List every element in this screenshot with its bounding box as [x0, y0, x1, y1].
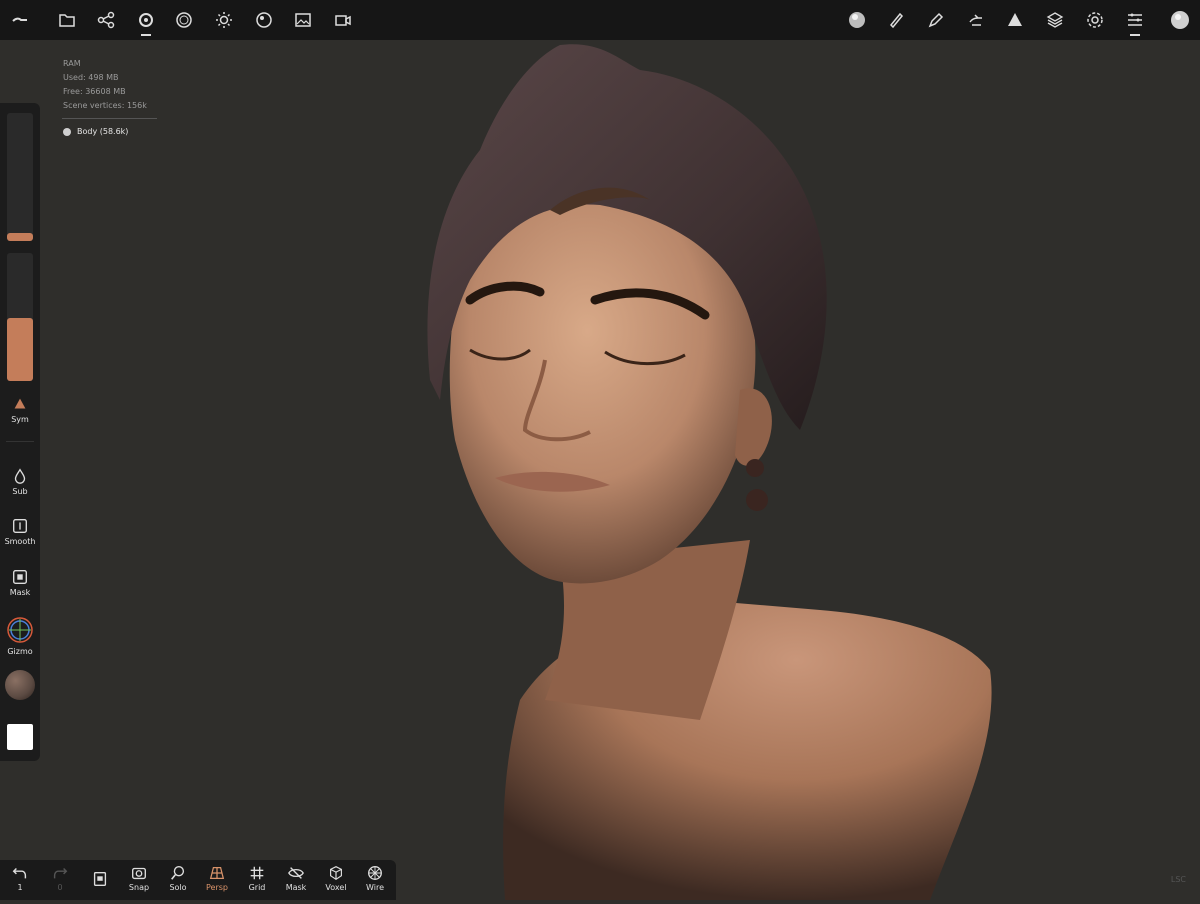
ram-free: Free: 36608 MB	[63, 87, 126, 96]
mask-visibility-label: Mask	[285, 883, 307, 892]
undo-icon	[12, 867, 27, 879]
snap-button[interactable]: Snap	[121, 864, 157, 892]
grid-icon	[250, 866, 264, 880]
mask-tool-label: Mask	[9, 588, 31, 597]
mask-tool-button[interactable]: Mask	[0, 568, 40, 597]
solo-button[interactable]: Solo	[160, 864, 196, 892]
symmetry-button[interactable]: Sym	[0, 395, 40, 424]
object-icon	[63, 128, 71, 136]
share-icon[interactable]	[92, 6, 120, 34]
voxel-label: Voxel	[325, 883, 347, 892]
perspective-button[interactable]: Persp	[199, 864, 235, 892]
mask-visibility-icon	[288, 867, 304, 879]
earring	[746, 459, 764, 477]
scene-vertices: Scene vertices: 156k	[63, 101, 147, 110]
color-swatch[interactable]	[7, 724, 33, 750]
scene-icon[interactable]	[132, 6, 160, 36]
watermark: LSC	[1170, 875, 1186, 884]
material-preview[interactable]	[5, 670, 35, 700]
gizmo-tool-label: Gizmo	[7, 647, 33, 656]
redo-icon	[53, 867, 68, 879]
pen-icon[interactable]	[922, 6, 950, 34]
brush-icon[interactable]	[882, 6, 910, 34]
camera-icon[interactable]	[329, 6, 357, 34]
scene-stats: RAM Used: 498 MB Free: 36608 MB Scene ve…	[62, 57, 157, 139]
smooth-icon	[13, 519, 27, 533]
undo-button[interactable]: 1	[2, 864, 38, 892]
symmetry-icon	[14, 398, 26, 409]
stats-divider	[62, 118, 157, 119]
sub-tool-label: Sub	[12, 487, 28, 496]
intensity-slider-fill	[7, 318, 33, 381]
object-item[interactable]: Body (58.6k)	[63, 125, 157, 139]
intensity-slider[interactable]	[7, 253, 33, 381]
material-icon[interactable]	[250, 6, 278, 34]
folder-icon[interactable]	[53, 6, 81, 34]
gizmo-icon	[7, 617, 33, 643]
drop-icon	[14, 468, 26, 484]
profile-sphere-icon[interactable]	[1166, 6, 1194, 34]
image-icon[interactable]	[289, 6, 317, 34]
grid-button[interactable]: Grid	[239, 864, 275, 892]
wireframe-label: Wire	[366, 883, 384, 892]
redo-count: 0	[57, 883, 63, 892]
smooth-tool-button[interactable]: Smooth	[0, 517, 40, 546]
voxel-button[interactable]: Voxel	[318, 864, 354, 892]
sliders-icon[interactable]	[1121, 6, 1149, 36]
sculpt-model	[427, 44, 992, 900]
redo-button[interactable]: 0	[42, 864, 78, 892]
tablet-button[interactable]	[82, 870, 118, 888]
perspective-icon	[209, 866, 225, 880]
undo-count: 1	[17, 883, 23, 892]
matcap-sphere-icon[interactable]	[843, 6, 871, 34]
menu-icon[interactable]	[6, 6, 34, 34]
grid-label: Grid	[248, 883, 266, 892]
wireframe-icon	[368, 866, 382, 880]
sub-tool-button[interactable]: Sub	[0, 467, 40, 496]
wireframe-button[interactable]: Wire	[357, 864, 393, 892]
layers-icon[interactable]	[1041, 6, 1069, 34]
ram-used: Used: 498 MB	[63, 73, 119, 82]
mask-icon	[13, 570, 27, 584]
bottom-toolbar: 1 0 Snap Solo Persp Grid Mask Voxel Wire	[0, 860, 396, 900]
ear	[735, 388, 772, 466]
ram-label: RAM	[63, 59, 81, 68]
settings-icon[interactable]	[1081, 6, 1109, 34]
radius-slider-fill	[7, 233, 33, 241]
voxel-icon	[330, 866, 342, 881]
triangle-icon[interactable]	[1001, 6, 1029, 34]
left-tool-panel: Sym Sub Smooth Mask Gizmo	[0, 103, 40, 761]
3d-viewport[interactable]	[0, 40, 1200, 900]
snap-icon	[132, 867, 146, 880]
solo-label: Solo	[169, 883, 187, 892]
smooth-tool-label: Smooth	[4, 537, 36, 546]
gizmo-tool-button[interactable]: Gizmo	[0, 615, 40, 656]
radius-slider[interactable]	[7, 113, 33, 241]
top-toolbar	[0, 0, 1200, 40]
mask-visibility-button[interactable]: Mask	[278, 864, 314, 892]
solo-icon	[171, 866, 185, 880]
object-label: Body (58.6k)	[77, 127, 129, 136]
hand-icon[interactable]	[962, 6, 990, 34]
topology-icon[interactable]	[170, 6, 198, 34]
tablet-icon	[93, 872, 107, 886]
light-icon[interactable]	[210, 6, 238, 34]
perspective-label: Persp	[206, 883, 228, 892]
symmetry-label: Sym	[11, 415, 29, 424]
snap-label: Snap	[128, 883, 150, 892]
